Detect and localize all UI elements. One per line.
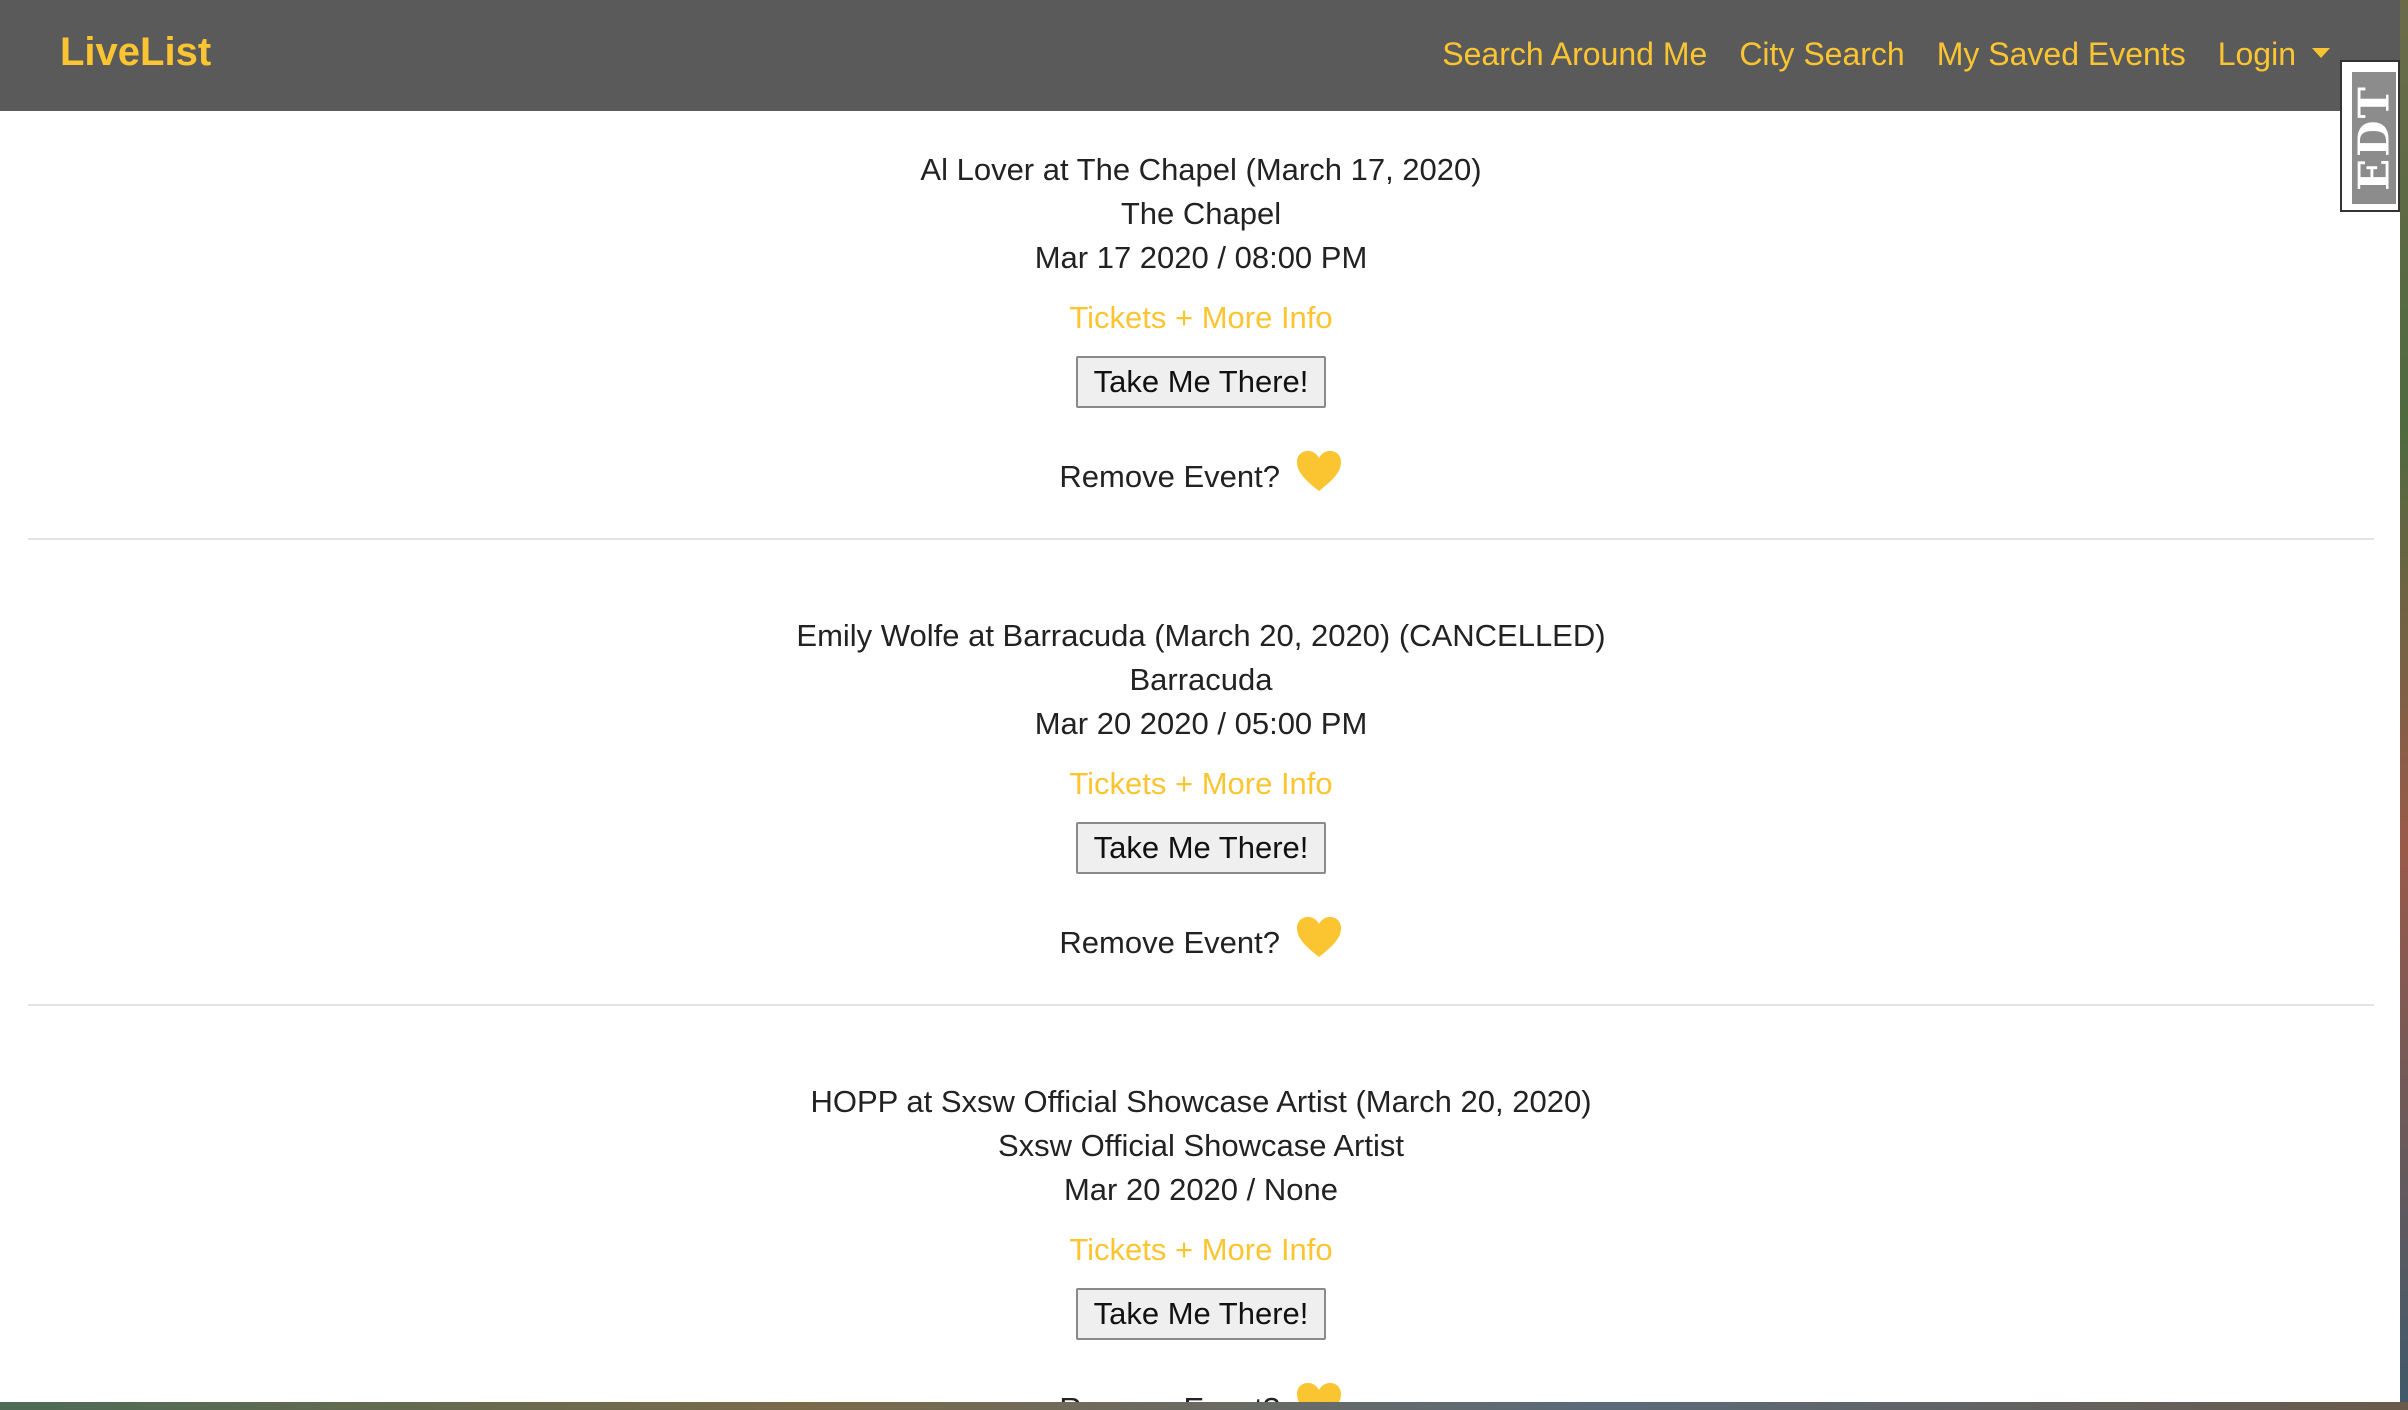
- nav-login-dropdown[interactable]: Login: [2218, 36, 2330, 73]
- chevron-down-icon: [2312, 47, 2330, 58]
- take-me-there-wrap: Take Me There!: [28, 1288, 2374, 1340]
- event-datetime: Mar 17 2020 / 08:00 PM: [1034, 240, 1368, 275]
- tickets-link[interactable]: Tickets + More Info: [1069, 296, 1332, 340]
- event-title: Al Lover at The Chapel (March 17, 2020): [920, 152, 1482, 187]
- desktop-edge-right: [2400, 0, 2408, 1410]
- remove-event-row: Remove Event?: [28, 915, 2374, 968]
- event-card: Emily Wolfe at Barracuda (March 20, 2020…: [28, 614, 2374, 968]
- remove-event-label: Remove Event?: [1059, 925, 1280, 960]
- heart-icon[interactable]: [1295, 449, 1343, 493]
- event-title: Emily Wolfe at Barracuda (March 20, 2020…: [796, 618, 1606, 653]
- take-me-there-wrap: Take Me There!: [28, 356, 2374, 408]
- edt-label: EDT: [2349, 85, 2399, 191]
- remove-event-row: Remove Event?: [28, 449, 2374, 502]
- take-me-there-button[interactable]: Take Me There!: [1075, 356, 1327, 408]
- event-datetime: Mar 20 2020 / 05:00 PM: [1034, 706, 1368, 741]
- nav-search-around-me[interactable]: Search Around Me: [1442, 36, 1707, 73]
- take-me-there-button[interactable]: Take Me There!: [1075, 1288, 1327, 1340]
- take-me-there-wrap: Take Me There!: [28, 822, 2374, 874]
- edt-widget[interactable]: EDT: [2340, 60, 2400, 212]
- edt-panel: EDT: [2349, 72, 2399, 204]
- take-me-there-button[interactable]: Take Me There!: [1075, 822, 1327, 874]
- nav-city-search[interactable]: City Search: [1739, 36, 1904, 73]
- nav-links: Search Around Me City Search My Saved Ev…: [1442, 36, 2330, 73]
- page: LiveList Search Around Me City Search My…: [0, 0, 2400, 1410]
- event-venue: The Chapel: [1120, 196, 1282, 231]
- navbar: LiveList Search Around Me City Search My…: [0, 0, 2400, 111]
- nav-login-label: Login: [2217, 36, 2296, 72]
- remove-event-label: Remove Event?: [1059, 459, 1280, 494]
- event-card: HOPP at Sxsw Official Showcase Artist (M…: [28, 1080, 2374, 1410]
- event-card: Al Lover at The Chapel (March 17, 2020) …: [28, 148, 2374, 502]
- event-venue: Barracuda: [1129, 662, 1273, 697]
- event-venue: Sxsw Official Showcase Artist: [997, 1128, 1404, 1163]
- tickets-link[interactable]: Tickets + More Info: [1069, 1228, 1332, 1272]
- tickets-link[interactable]: Tickets + More Info: [1069, 762, 1332, 806]
- heart-icon[interactable]: [1295, 915, 1343, 959]
- event-divider: [28, 1004, 2374, 1006]
- event-divider: [28, 538, 2374, 540]
- nav-my-saved-events[interactable]: My Saved Events: [1937, 36, 2186, 73]
- desktop-edge-bottom: [0, 1402, 2408, 1410]
- brand-logo[interactable]: LiveList: [60, 30, 211, 75]
- event-datetime: Mar 20 2020 / None: [1063, 1172, 1338, 1207]
- event-title: HOPP at Sxsw Official Showcase Artist (M…: [810, 1084, 1592, 1119]
